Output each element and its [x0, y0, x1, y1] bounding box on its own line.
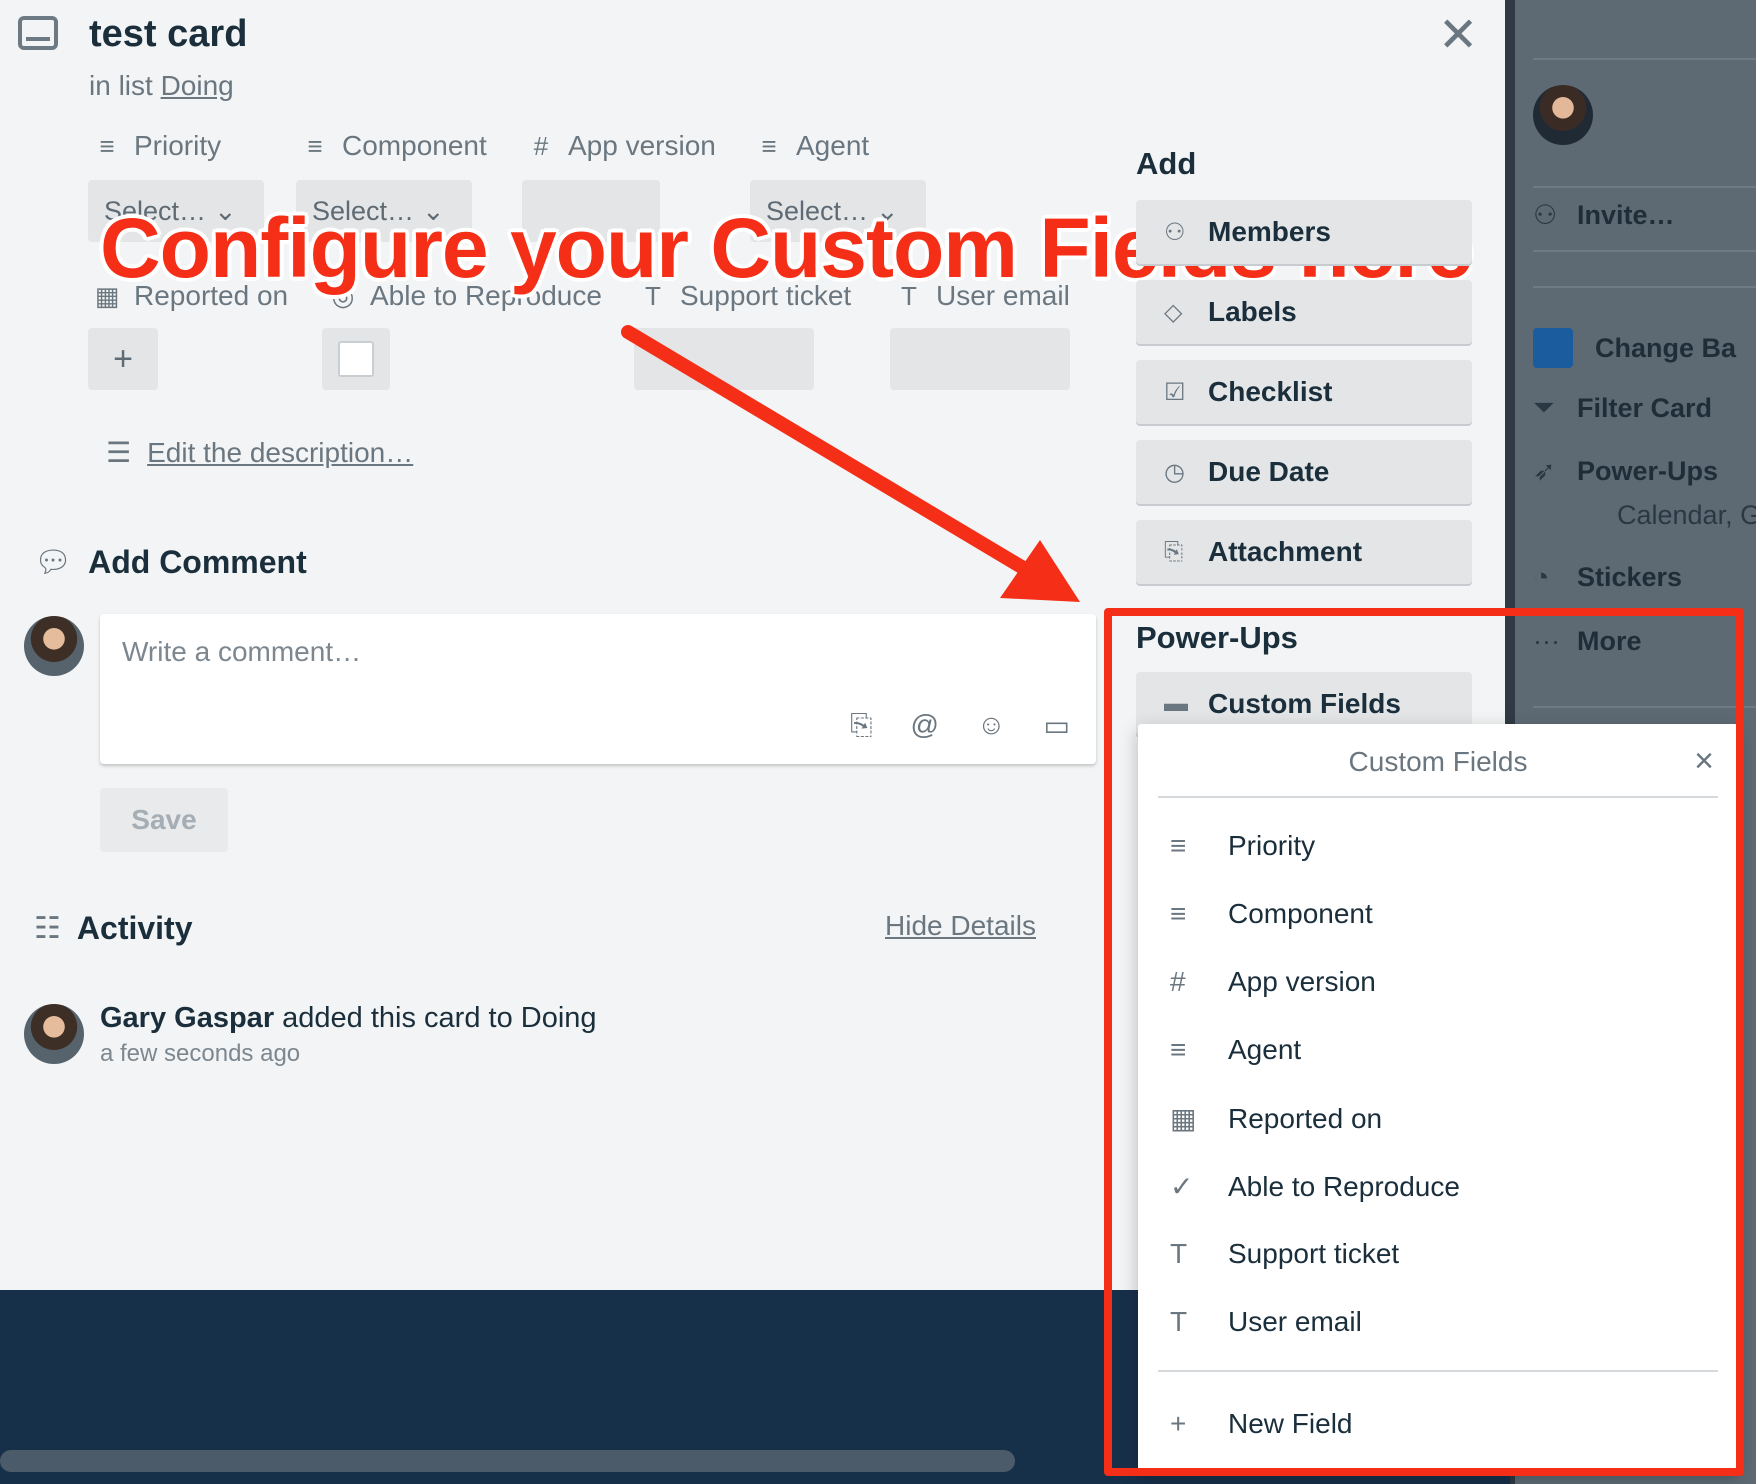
emoji-icon[interactable]: ☺: [977, 709, 1006, 742]
add-comment-heading: 💬︎ Add Comment: [34, 544, 307, 580]
card-icon[interactable]: ▭: [1044, 709, 1070, 742]
mention-icon[interactable]: @: [911, 709, 939, 742]
activity-heading: ☷ Activity: [34, 910, 193, 946]
labels-button[interactable]: ◇ Labels: [1136, 280, 1472, 344]
hide-details-link[interactable]: Hide Details: [885, 910, 1036, 942]
clock-icon: ◷: [1164, 458, 1185, 486]
activity-user-name[interactable]: Gary Gaspar: [100, 1002, 274, 1034]
checklist-button[interactable]: ☑ Checklist: [1136, 360, 1472, 424]
activity-entry: Gary Gaspar added this card to Doing: [100, 1002, 597, 1034]
activity-timestamp[interactable]: a few seconds ago: [100, 1040, 300, 1068]
comment-bubble-icon: 💬︎: [34, 546, 73, 579]
person-icon: ⚇: [1164, 218, 1186, 246]
paperclip-icon[interactable]: ⎘: [850, 709, 872, 742]
comment-tools: ⎘ @ ☺ ▭: [850, 709, 1070, 742]
current-user-avatar[interactable]: [24, 616, 84, 676]
due-date-button[interactable]: ◷ Due Date: [1136, 440, 1472, 504]
tag-icon: ◇: [1164, 298, 1183, 326]
add-heading: Add: [1136, 146, 1197, 181]
attachment-button[interactable]: ⎘ Attachment: [1136, 520, 1472, 584]
activity-list-icon: ☷: [34, 912, 61, 945]
comment-input[interactable]: Write a comment… ⎘ @ ☺ ▭: [100, 614, 1096, 764]
members-button[interactable]: ⚇ Members: [1136, 200, 1472, 264]
activity-user-avatar[interactable]: [24, 1004, 84, 1064]
save-comment-button[interactable]: Save: [100, 788, 228, 852]
description-icon: ☰: [106, 437, 132, 468]
annotation-highlight-box: [1104, 608, 1744, 1476]
checkbox-icon: ☑: [1164, 378, 1186, 406]
paperclip-icon: ⎘: [1164, 538, 1184, 565]
edit-description[interactable]: ☰ Edit the description…: [106, 436, 413, 469]
